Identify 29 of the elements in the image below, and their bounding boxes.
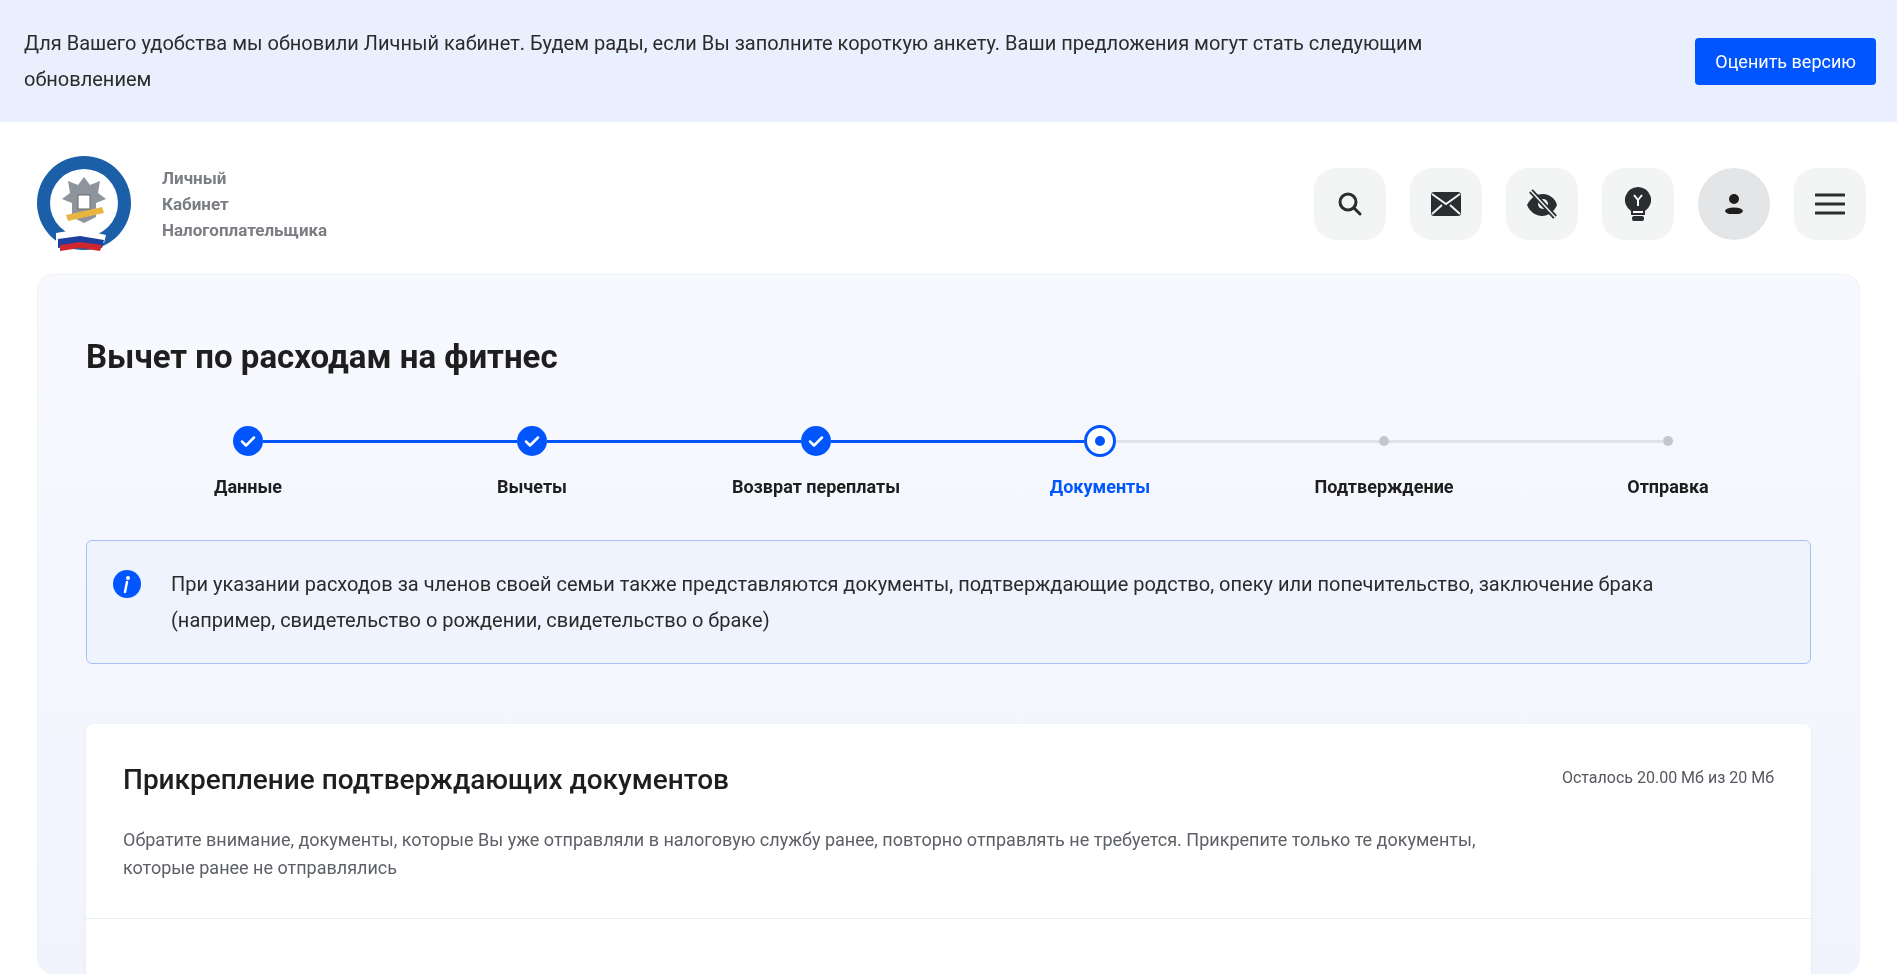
crossed-eye-icon <box>1525 189 1559 219</box>
step-label: Возврат переплаты <box>731 475 901 499</box>
step-label: Вычеты <box>496 475 568 499</box>
emblem-logo-icon <box>36 155 132 253</box>
envelope-icon <box>1431 192 1461 216</box>
info-text: При указании расходов за членов своей семьи также представляются документы, подтверждающие родство, опеку или попечительство, заключение брака (например, свидетельство о рождении, свидетельство о браке) <box>171 571 1655 634</box>
card-title: Прикрепление подтверждающих документов <box>123 762 729 798</box>
mail-button[interactable] <box>1410 168 1482 240</box>
tips-button[interactable] <box>1602 168 1674 240</box>
menu-button[interactable] <box>1794 168 1866 240</box>
rate-version-button[interactable]: Оценить версию <box>1695 37 1876 85</box>
page-title: Вычет по расходам на фитнес <box>86 336 559 378</box>
step-label: Данные <box>213 475 282 499</box>
step-label: Подтверждение <box>1314 475 1454 499</box>
card-note: Обратите внимание, документы, которые Вы уже отправляли в налоговую службу ранее, повторно отправлять не требуется. Прикрепите только те документы, которые ранее не отправлялись <box>123 828 1477 880</box>
logo-text: Личный <box>162 167 228 190</box>
user-icon <box>1725 194 1743 214</box>
logo-text: Кабинет <box>162 193 230 216</box>
visually-impaired-button[interactable] <box>1506 168 1578 240</box>
banner-text: Для Вашего удобства мы обновили Личный кабинет. Будем рады, если Вы заполните короткую анкету. Ваши предложения могут стать следующим обновлением <box>24 30 1424 93</box>
menu-icon <box>1815 193 1845 215</box>
step-label: Отправка <box>1627 475 1709 499</box>
step-label: Документы <box>1049 475 1151 499</box>
search-icon <box>1337 191 1363 217</box>
search-button[interactable] <box>1314 168 1386 240</box>
lightbulb-icon <box>1624 186 1652 222</box>
info-icon <box>113 570 141 598</box>
logo-text: Налогоплательщика <box>162 219 328 242</box>
quota-text: Осталось 20.00 Мб из 20 Мб <box>1561 767 1774 789</box>
